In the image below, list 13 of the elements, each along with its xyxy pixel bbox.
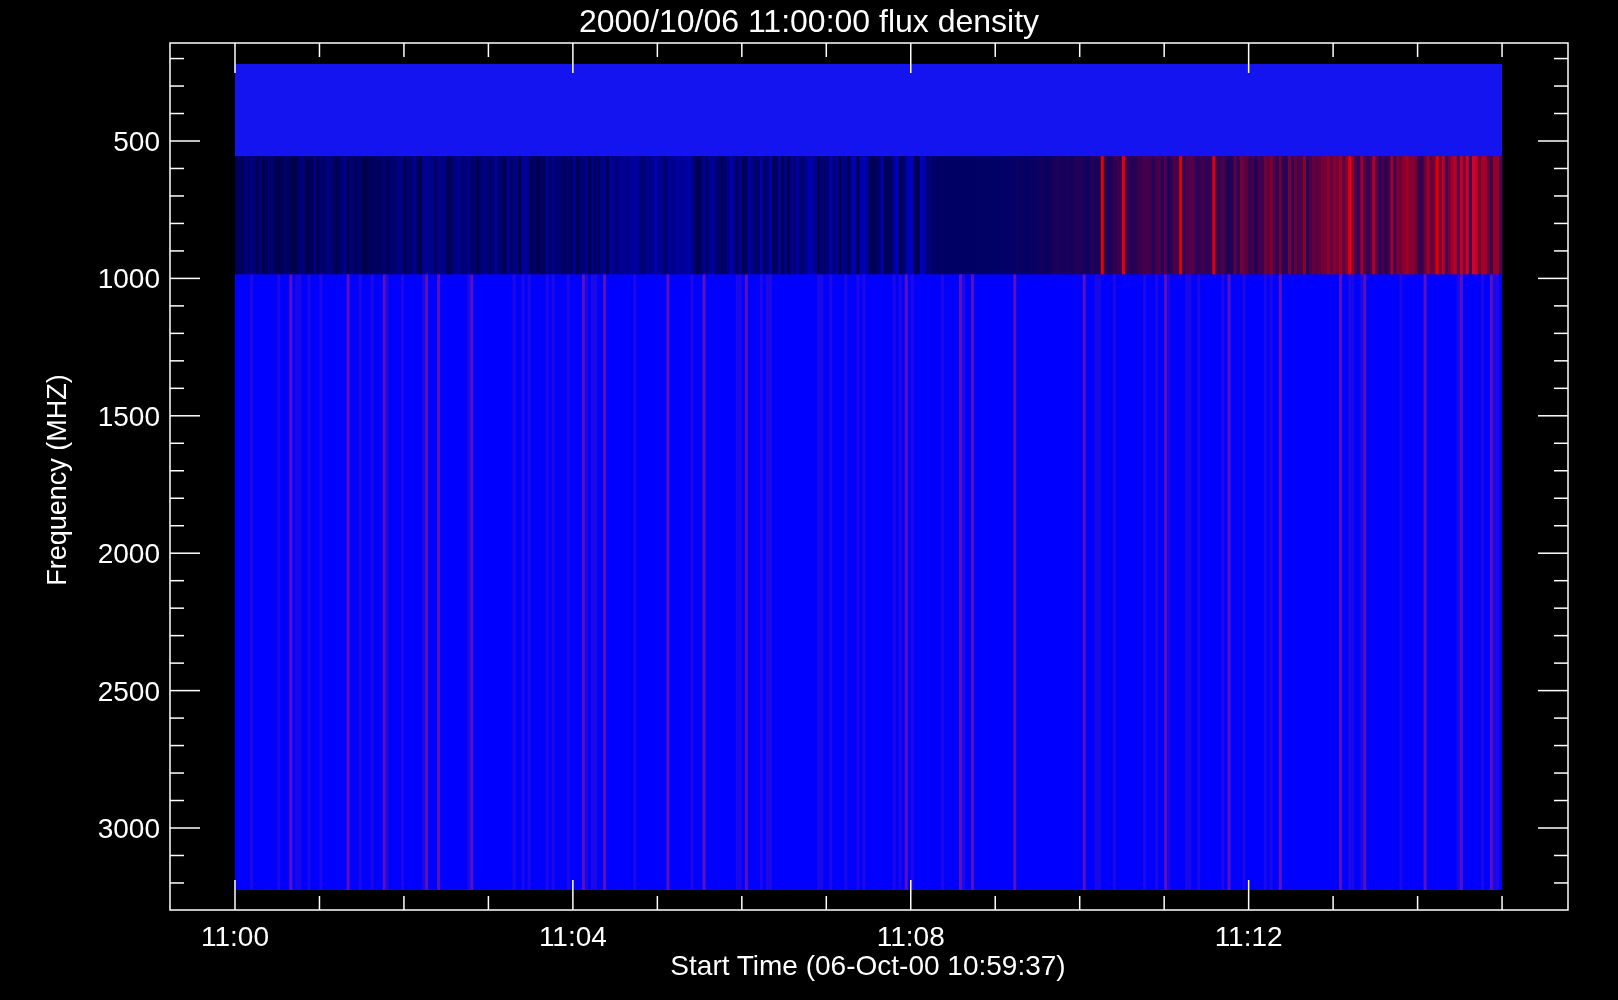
y-tick-label: 1000 [97, 263, 160, 295]
x-tick-label: 11:12 [1214, 921, 1283, 952]
y-axis-label: Frequency (MHZ) [42, 374, 72, 586]
y-tick-label: 3000 [97, 813, 160, 844]
y-tick-label: 1500 [97, 400, 160, 432]
y-tick-label: 2500 [97, 675, 160, 707]
y-tick-label: 2000 [97, 538, 160, 570]
x-tick-label: 11:08 [876, 921, 945, 952]
x-tick-label: 11:00 [201, 921, 269, 952]
x-tick-label: 11:04 [538, 921, 607, 952]
y-tick-label: 500 [113, 126, 160, 157]
chart-title: 2000/10/06 11:00:00 flux density [578, 3, 1040, 39]
x-axis-label: Start Time (06-Oct-00 10:59:37) [670, 950, 1066, 981]
